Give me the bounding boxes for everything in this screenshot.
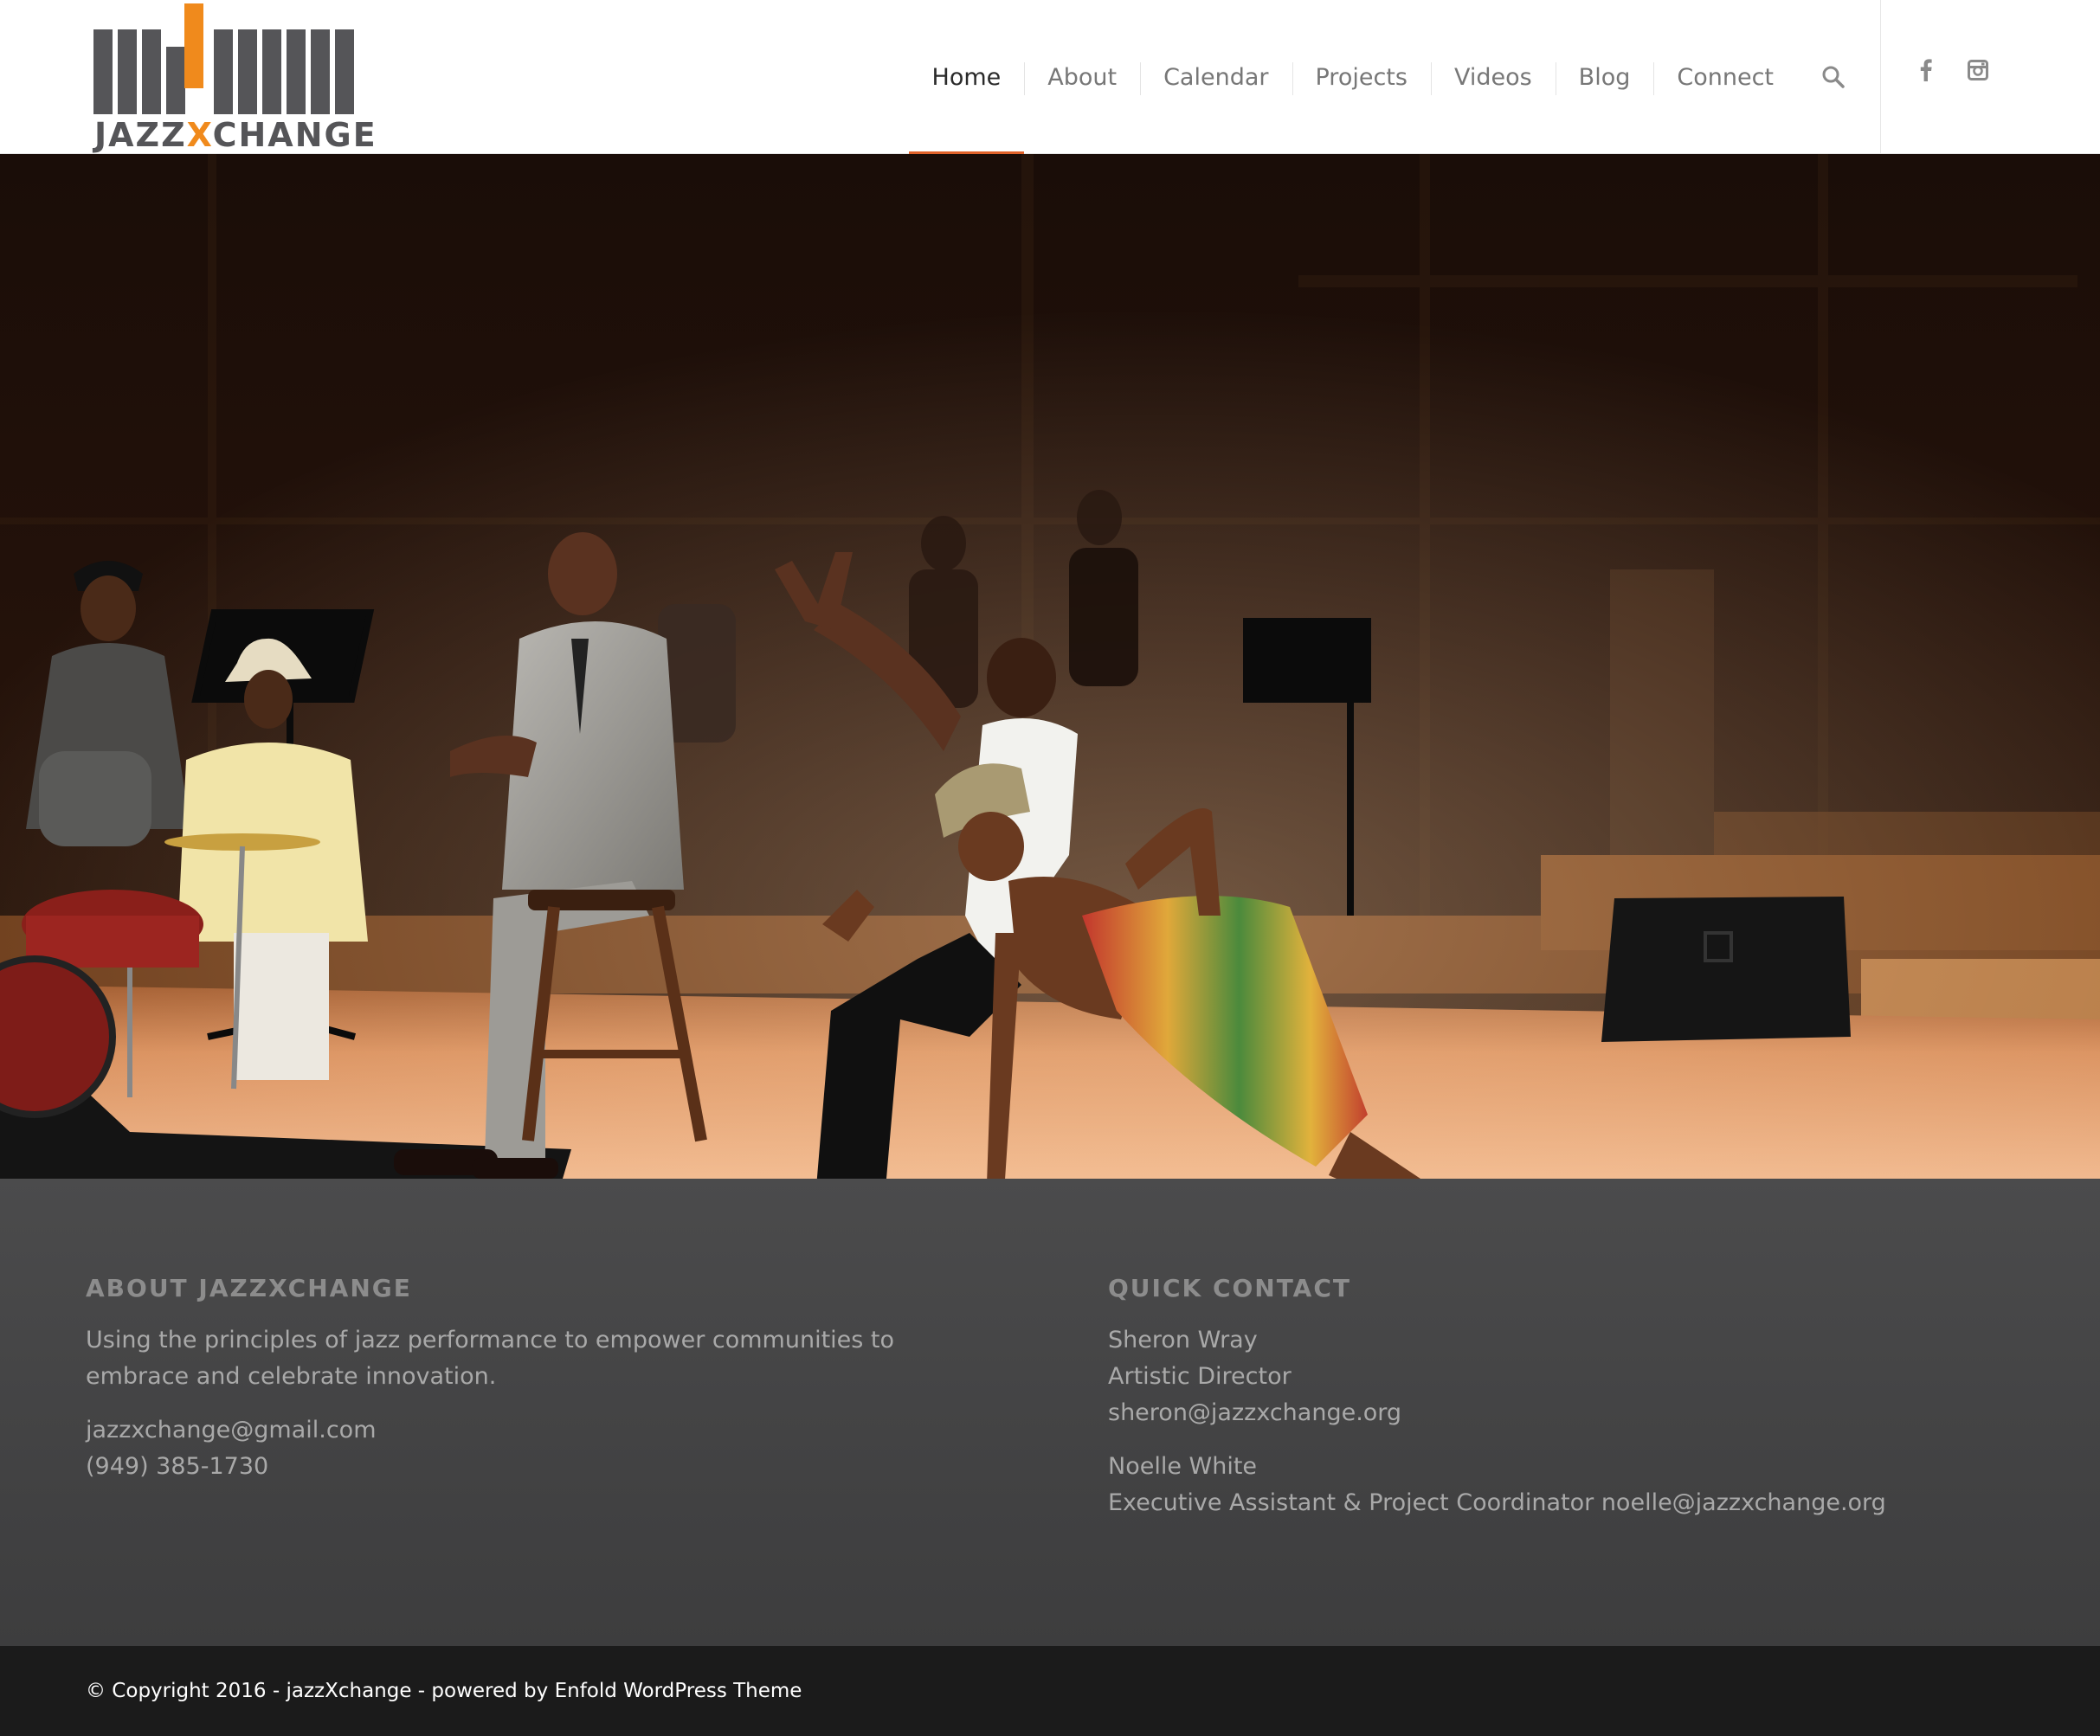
- footer-contact-heading: QUICK CONTACT: [1108, 1274, 1351, 1302]
- social-links: [1915, 59, 1989, 81]
- search-icon: [1822, 66, 1845, 88]
- footer-quick-contact-section: QUICK CONTACT Sheron Wray Artistic Direc…: [1108, 1274, 2060, 1539]
- logo-text-x: X: [186, 116, 213, 154]
- footer-contact-person-1: Sheron Wray Artistic Director sheron@jaz…: [1108, 1322, 2060, 1431]
- contact-2-name: Noelle White: [1108, 1453, 1258, 1480]
- footer-about-phone: (949) 385-1730: [86, 1453, 269, 1480]
- nav-item-projects[interactable]: Projects: [1292, 0, 1431, 154]
- copyright-text: © Copyright 2016 - jazzXchange - powered…: [86, 1680, 802, 1702]
- facebook-glyph: [1920, 59, 1932, 81]
- nav-item-calendar[interactable]: Calendar: [1140, 0, 1292, 154]
- stage-monitor-speaker: [1601, 897, 1851, 1042]
- site-header: JAZZXCHANGE Home About Calendar Projects…: [0, 0, 2100, 154]
- instagram-icon[interactable]: [1967, 59, 1989, 81]
- piano-keys-logo-mark: [93, 3, 354, 114]
- nav-item-videos[interactable]: Videos: [1430, 0, 1556, 154]
- footer-about-heading: ABOUT JAZZXCHANGE: [86, 1274, 412, 1302]
- footer-about-email[interactable]: jazzxchange@gmail.com: [86, 1412, 995, 1449]
- footer-contact-person-2: Noelle White Executive Assistant & Proje…: [1108, 1449, 2060, 1521]
- hero-image: [0, 154, 2100, 1179]
- contact-1-email[interactable]: sheron@jazzxchange.org: [1108, 1395, 2060, 1431]
- logo-wordmark: JAZZXCHANGE: [94, 116, 376, 154]
- main-navigation: Home About Calendar Projects Videos Blog…: [908, 0, 1871, 154]
- contact-1-title: Artistic Director: [1108, 1363, 1292, 1390]
- logo-text-change: CHANGE: [212, 116, 377, 154]
- site-footer: ABOUT JAZZXCHANGE Using the principles o…: [0, 1179, 2100, 1646]
- instagram-glyph: [1968, 60, 1988, 80]
- nav-item-blog[interactable]: Blog: [1555, 0, 1654, 154]
- footer-socket: © Copyright 2016 - jazzXchange - powered…: [0, 1646, 2100, 1736]
- logo-text-jazz: JAZZ: [94, 116, 187, 154]
- nav-item-about[interactable]: About: [1024, 0, 1140, 154]
- contact-2-title-email[interactable]: Executive Assistant & Project Coordinato…: [1108, 1485, 2060, 1521]
- facebook-icon[interactable]: [1915, 59, 1937, 81]
- contact-1-name: Sheron Wray: [1108, 1327, 1258, 1353]
- nav-item-connect[interactable]: Connect: [1653, 0, 1797, 154]
- footer-about-section: ABOUT JAZZXCHANGE Using the principles o…: [86, 1274, 995, 1502]
- header-divider: [1880, 0, 1881, 154]
- site-logo[interactable]: JAZZXCHANGE: [91, 3, 376, 154]
- stage-performance-photo: [0, 154, 2100, 1179]
- footer-about-contact: jazzxchange@gmail.com (949) 385-1730: [86, 1412, 995, 1485]
- search-button[interactable]: [1797, 0, 1871, 154]
- nav-item-home[interactable]: Home: [908, 0, 1025, 154]
- footer-about-text: Using the principles of jazz performance…: [86, 1327, 895, 1390]
